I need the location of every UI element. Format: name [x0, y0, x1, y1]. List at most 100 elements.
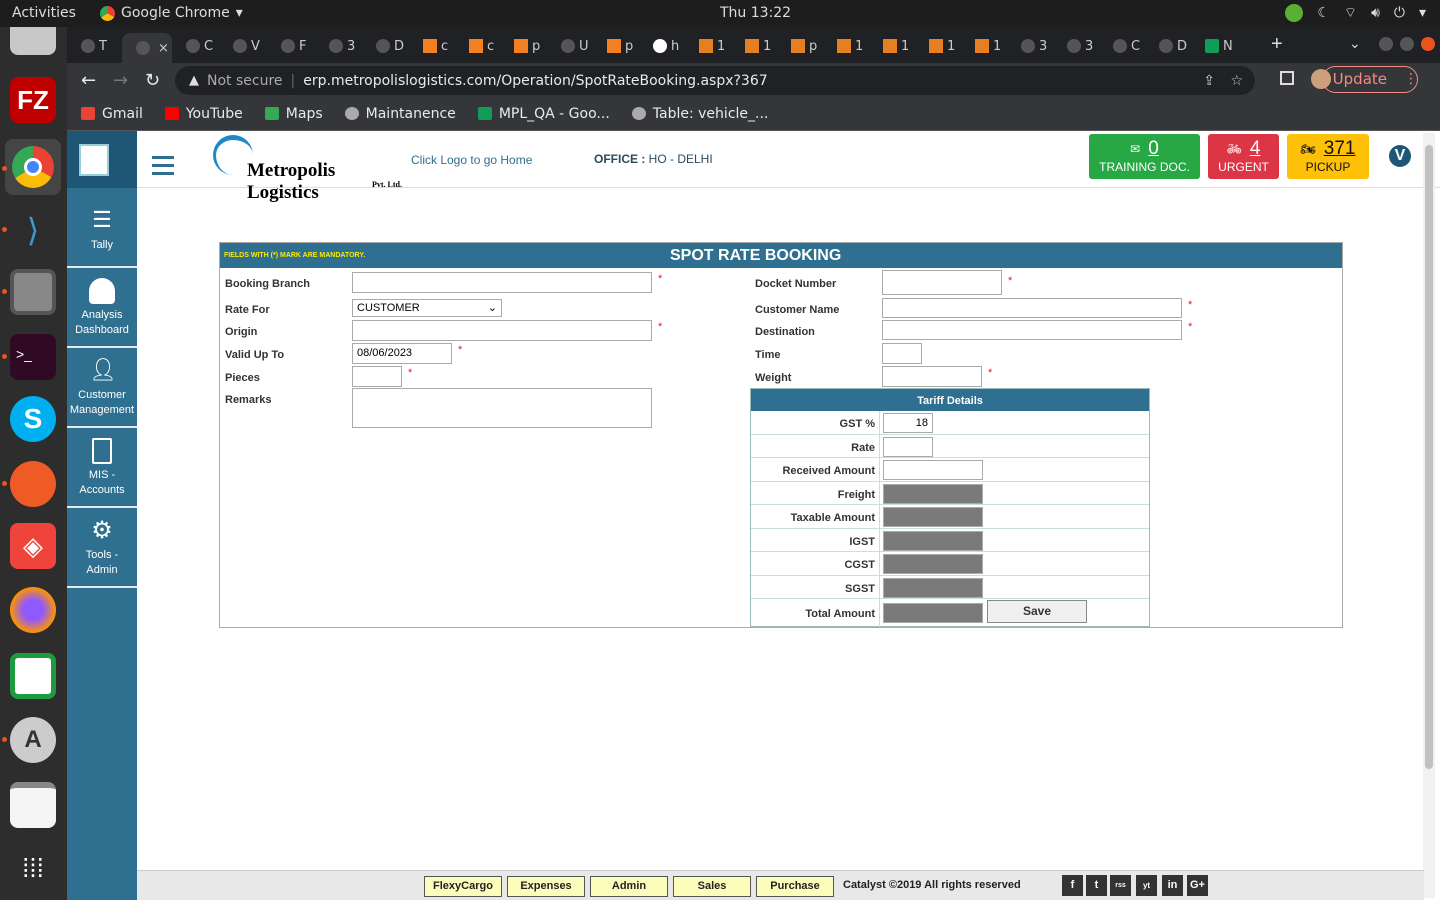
software-updater-icon[interactable]: A: [10, 717, 56, 763]
new-tab-button[interactable]: +: [1271, 33, 1283, 56]
forward-arrow-icon[interactable]: →: [113, 70, 128, 91]
footer-purchase-button[interactable]: Purchase: [756, 876, 834, 897]
destination-input[interactable]: [882, 320, 1182, 340]
pickup-button[interactable]: 🏍︎ 371 PICKUP: [1287, 134, 1369, 179]
footer-sales-button[interactable]: Sales: [673, 876, 751, 897]
user-avatar[interactable]: V: [1389, 145, 1411, 167]
browser-tab[interactable]: T: [67, 33, 113, 59]
bookmark-youtube[interactable]: YouTube: [164, 106, 243, 122]
spreadsheet-icon[interactable]: [10, 653, 56, 699]
back-arrow-icon[interactable]: ←: [81, 70, 96, 91]
bookmark-maintanence[interactable]: Maintanence: [344, 106, 456, 122]
sidebar-item-tools-admin[interactable]: ⚙ Tools - Admin: [67, 508, 137, 588]
browser-tab[interactable]: p: [500, 33, 546, 59]
gst-input[interactable]: 18: [883, 413, 933, 433]
bookmark-table-vehicle[interactable]: Table: vehicle_...: [631, 106, 768, 122]
chrome-dock-icon[interactable]: [5, 139, 61, 195]
twitter-icon[interactable]: t: [1086, 875, 1107, 896]
footer-admin-button[interactable]: Admin: [590, 876, 668, 897]
vscode-icon[interactable]: ⟩: [10, 207, 56, 253]
scrollbar-thumb[interactable]: [1425, 145, 1433, 769]
clock[interactable]: Thu 13:22: [720, 5, 791, 21]
training-doc-button[interactable]: ✉ 0 TRAINING DOC.: [1089, 134, 1200, 179]
skype-icon[interactable]: S: [10, 396, 56, 442]
sidebar-item-mis-accounts[interactable]: MIS - Accounts: [67, 428, 137, 508]
browser-tab[interactable]: h: [639, 33, 685, 59]
browser-tab[interactable]: p: [777, 33, 823, 59]
save-button[interactable]: Save: [987, 600, 1087, 623]
browser-tab[interactable]: N: [1191, 33, 1237, 59]
remarks-textarea[interactable]: [352, 388, 652, 428]
kebab-menu-icon[interactable]: ⋮: [1404, 71, 1418, 87]
browser-tab[interactable]: p: [593, 33, 639, 59]
browser-tab[interactable]: 3: [1007, 33, 1053, 59]
sidebar-item-tally[interactable]: ☰ Tally: [67, 188, 137, 268]
maximize-button[interactable]: [1400, 37, 1414, 51]
booking-branch-input[interactable]: [352, 272, 652, 293]
browser-tab[interactable]: V: [219, 33, 265, 59]
browser-tab[interactable]: 1: [915, 33, 961, 59]
browser-tab[interactable]: U: [547, 33, 593, 59]
browser-tab[interactable]: 1: [731, 33, 777, 59]
browser-tab[interactable]: F: [267, 33, 313, 59]
docket-number-input[interactable]: [882, 270, 1002, 295]
valid-up-to-input[interactable]: 08/06/2023: [352, 343, 452, 364]
share-icon[interactable]: ⇪: [1203, 73, 1215, 89]
rss-icon[interactable]: rss: [1110, 875, 1131, 896]
browser-tab[interactable]: ×: [122, 33, 172, 63]
reload-icon[interactable]: ↻: [145, 70, 160, 91]
facebook-icon[interactable]: f: [1062, 875, 1083, 896]
weight-input[interactable]: [882, 366, 982, 387]
browser-tab[interactable]: D: [1145, 33, 1191, 59]
time-input[interactable]: [882, 343, 922, 364]
company-logo[interactable]: Metropolis Logistics Pvt. Ltd.: [207, 133, 407, 203]
bookmark-star-icon[interactable]: ☆: [1230, 73, 1243, 89]
received-amount-input[interactable]: [883, 460, 983, 480]
close-window-button[interactable]: [1421, 37, 1435, 51]
bookmark-gmail[interactable]: Gmail: [81, 106, 143, 122]
pieces-input[interactable]: [352, 366, 402, 387]
sidebar-item-analysis-dashboard[interactable]: Analysis Dashboard: [67, 268, 137, 348]
customer-name-input[interactable]: [882, 298, 1182, 318]
origin-input[interactable]: [352, 320, 652, 341]
terminal-icon[interactable]: >_: [10, 334, 56, 380]
browser-tab[interactable]: D: [362, 33, 408, 59]
show-apps-icon[interactable]: ⁞⁞⁞: [10, 845, 56, 891]
postman-icon[interactable]: [10, 461, 56, 507]
bookmark-maps[interactable]: Maps: [264, 106, 323, 122]
hamburger-menu-icon[interactable]: [152, 156, 174, 180]
app-menu[interactable]: Google Chrome ▾: [100, 5, 243, 21]
system-tray[interactable]: ☾ ⌔ 🔊︎ ⏻ ▾: [1285, 4, 1426, 22]
browser-tab[interactable]: c: [455, 33, 501, 59]
filezilla-icon[interactable]: FZ: [10, 77, 56, 123]
browser-tab[interactable]: 1: [823, 33, 869, 59]
linkedin-icon[interactable]: in: [1162, 875, 1183, 896]
update-shield-icon[interactable]: [1285, 4, 1304, 22]
browser-tab[interactable]: 3: [315, 33, 361, 59]
youtube-icon[interactable]: yt: [1136, 875, 1157, 896]
browser-tab[interactable]: C: [1099, 33, 1145, 59]
close-tab-icon[interactable]: ×: [158, 41, 169, 56]
browser-tab[interactable]: 1: [869, 33, 915, 59]
bookmark-mpl-qa[interactable]: MPL_QA - Goo...: [477, 106, 610, 122]
rate-input[interactable]: [883, 436, 933, 457]
activities-button[interactable]: Activities: [12, 5, 76, 21]
minimize-button[interactable]: [1379, 37, 1393, 51]
warning-triangle-icon[interactable]: ▲: [189, 73, 199, 88]
sidebar-item-customer-management[interactable]: 👤︎ Customer Management: [67, 348, 137, 428]
browser-tab[interactable]: 1: [685, 33, 731, 59]
firefox-icon[interactable]: [10, 587, 56, 633]
tab-search-icon[interactable]: ⌄: [1349, 35, 1361, 52]
archive-manager-icon[interactable]: [10, 269, 56, 315]
google-plus-icon[interactable]: G+: [1187, 875, 1208, 896]
page-scrollbar[interactable]: [1423, 133, 1435, 898]
url-text[interactable]: erp.metropolislogistics.com/Operation/Sp…: [303, 73, 767, 89]
browser-tab[interactable]: c: [409, 33, 455, 59]
sidebar-logo[interactable]: [67, 131, 137, 188]
files-dock-icon[interactable]: [10, 27, 56, 55]
browser-tab[interactable]: C: [172, 33, 218, 59]
text-editor-icon[interactable]: [10, 782, 56, 828]
rate-for-select[interactable]: CUSTOMER ⌄: [352, 299, 502, 317]
browser-tab[interactable]: 1: [961, 33, 1007, 59]
footer-flexycargo-button[interactable]: FlexyCargo: [424, 876, 502, 897]
